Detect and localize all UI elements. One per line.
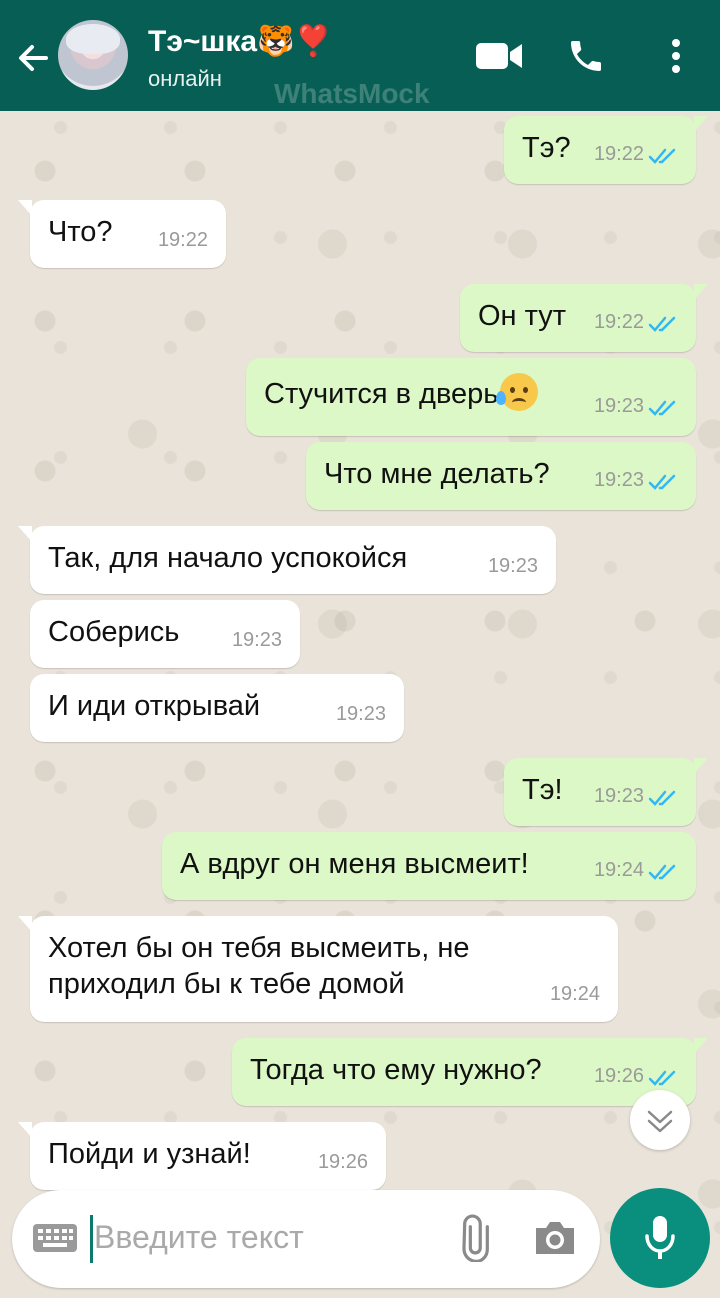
read-ticks-icon (648, 474, 676, 490)
attach-icon[interactable] (452, 1214, 500, 1267)
chevron-down-icon (647, 1110, 673, 1133)
message-time: 19:22 (157, 229, 208, 251)
read-ticks-icon (648, 316, 676, 332)
message-time: 19:26 (593, 1065, 644, 1087)
message-text: Пойди и узнай! (48, 1138, 251, 1170)
message-composer[interactable]: Введите текст (12, 1190, 600, 1288)
message-time: 19:24 (593, 859, 644, 881)
message-bubble-outgoing[interactable]: Тогда что ему нужно? 19:26 (232, 1038, 708, 1106)
message-bubble-outgoing[interactable]: Он тут 19:22 (460, 284, 708, 352)
camera-icon[interactable] (532, 1218, 578, 1263)
message-bubble-outgoing[interactable]: Тэ? 19:22 (504, 116, 708, 184)
message-bubble-outgoing[interactable]: А вдруг он меня высмеит! 19:24 (162, 832, 696, 900)
message-text: Так, для начало успокойся (48, 542, 408, 574)
message-text: Что? (48, 216, 113, 248)
message-bubble-outgoing[interactable]: Тэ! 19:23 (504, 758, 708, 826)
message-text: И иди открывай (48, 690, 261, 722)
message-text-line: приходил бы к тебе домой (48, 968, 405, 1000)
message-time: 19:22 (593, 311, 644, 333)
message-text: Тэ? (522, 132, 571, 164)
read-ticks-icon (648, 400, 676, 416)
message-time: 19:23 (487, 555, 538, 577)
disappointed-relieved-face-icon (496, 373, 539, 412)
scroll-down-button[interactable] (630, 1090, 690, 1150)
mic-button[interactable] (610, 1188, 710, 1288)
contact-name[interactable]: Тэ~шка🐯❣️ (148, 24, 332, 59)
message-bubble-incoming[interactable]: Хотел бы он тебя высмеить, не приходил б… (18, 916, 618, 1022)
more-vert-icon[interactable] (664, 36, 688, 81)
message-time: 19:23 (593, 395, 644, 417)
phone-icon[interactable] (566, 36, 606, 81)
read-ticks-icon (648, 864, 676, 880)
read-ticks-icon (648, 148, 676, 164)
message-input[interactable]: Введите текст (94, 1219, 304, 1256)
read-ticks-icon (648, 790, 676, 806)
contact-avatar[interactable] (58, 20, 128, 90)
message-text: Тогда что ему нужно? (250, 1054, 542, 1086)
message-text: Он тут (478, 300, 567, 332)
message-bubble-incoming[interactable]: Соберись 19:23 (30, 600, 300, 668)
text-cursor (90, 1215, 93, 1263)
watermark: WhatsMock (274, 78, 430, 109)
read-ticks-icon (648, 1070, 676, 1086)
message-text: Что мне делать? (324, 458, 550, 490)
message-text: А вдруг он меня высмеит! (180, 848, 529, 880)
message-bubble-outgoing[interactable]: Что мне делать? 19:23 (306, 442, 696, 510)
message-time: 19:23 (335, 703, 386, 725)
contact-status: онлайн (148, 66, 222, 91)
video-call-icon[interactable] (474, 40, 524, 77)
message-bubble-outgoing[interactable]: Стучится в дверь 19:23 (246, 358, 696, 436)
message-time: 19:23 (593, 785, 644, 807)
message-time: 19:22 (593, 143, 644, 165)
message-time: 19:23 (231, 629, 282, 651)
message-text: Соберись (48, 616, 180, 648)
message-time: 19:24 (549, 983, 600, 1005)
mic-icon (644, 1214, 676, 1267)
message-text-line: Хотел бы он тебя высмеить, не (48, 932, 470, 964)
message-bubble-incoming[interactable]: И иди открывай 19:23 (30, 674, 404, 742)
message-bubble-incoming[interactable]: Пойди и узнай! 19:26 (18, 1122, 386, 1190)
keyboard-icon[interactable] (32, 1223, 78, 1258)
chat-header: Тэ~шка🐯❣️ онлайн WhatsMock (0, 0, 720, 111)
message-time: 19:26 (317, 1151, 368, 1173)
message-text: Тэ! (522, 774, 563, 806)
message-bubble-incoming[interactable]: Что? 19:22 (18, 200, 226, 268)
message-bubble-incoming[interactable]: Так, для начало успокойся 19:23 (18, 526, 556, 594)
back-arrow-icon[interactable] (12, 36, 56, 80)
message-time: 19:23 (593, 469, 644, 491)
message-text: Стучится в дверь (264, 378, 499, 410)
